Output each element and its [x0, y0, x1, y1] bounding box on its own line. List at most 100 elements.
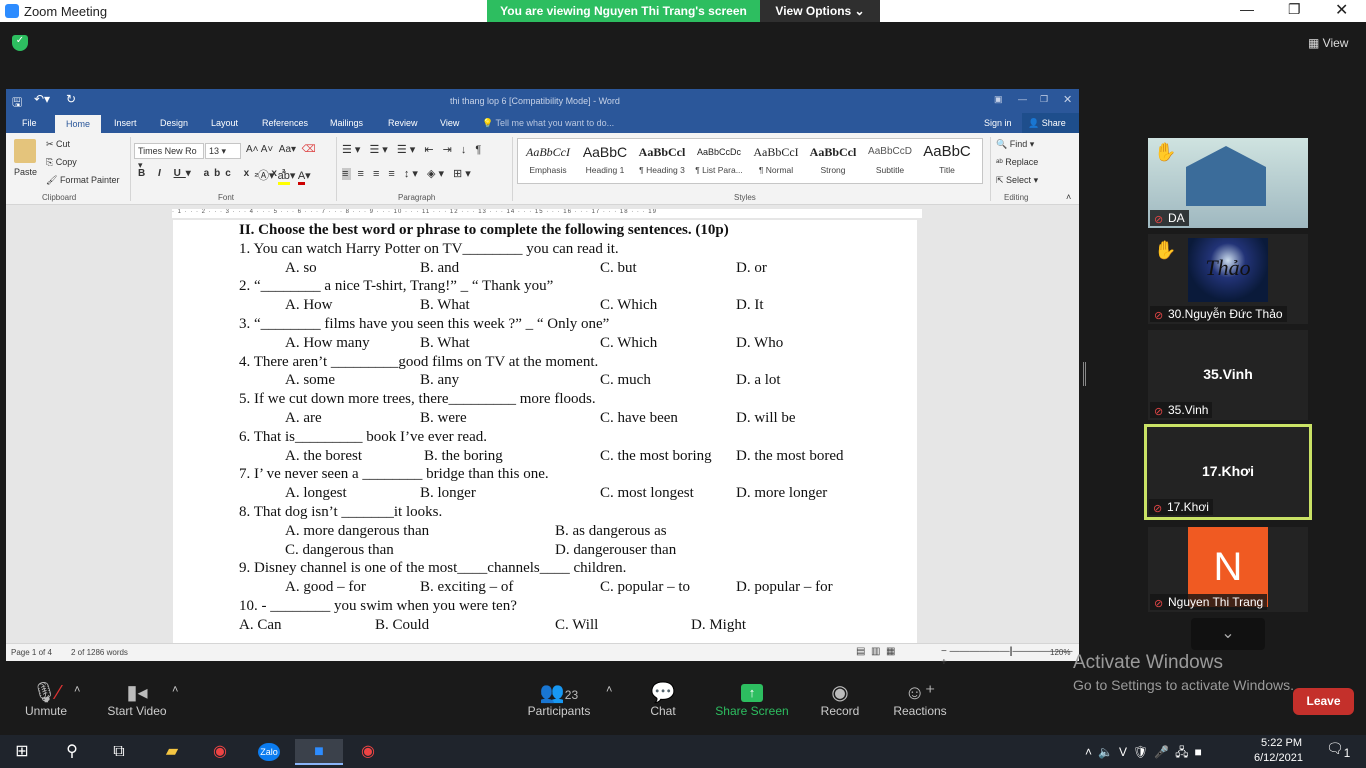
name-text: Nguyen Thi Trang — [1168, 595, 1264, 609]
style-heading-3[interactable]: AaBbCcl ¶ Heading 3 — [634, 139, 690, 175]
style-subtitle[interactable]: AaBbCcD Subtitle — [862, 139, 918, 175]
record-button[interactable]: ◉ Record — [815, 680, 865, 718]
sign-in-link[interactable]: Sign in — [984, 118, 1012, 128]
file-explorer-icon[interactable]: ▰ — [158, 739, 186, 765]
tab-design[interactable]: Design — [160, 118, 188, 128]
minimize-button[interactable]: — — [1240, 1, 1254, 17]
style-title[interactable]: AaBbC Title — [919, 139, 975, 175]
style-heading-1[interactable]: AaBbC Heading 1 — [577, 139, 633, 175]
style-emphasis[interactable]: AaBbCcI Emphasis — [520, 139, 576, 175]
audio-options-caret[interactable]: ˄ — [74, 684, 80, 696]
font-size-select[interactable]: 13 ▾ — [205, 143, 241, 159]
style-strong[interactable]: AaBbCcl Strong — [805, 139, 861, 175]
chat-button[interactable]: 💬 Chat — [643, 680, 683, 718]
video-options-caret[interactable]: ˄ — [172, 684, 178, 696]
panel-resize-handle[interactable] — [1083, 362, 1086, 386]
security-shield-icon[interactable]: ✓ — [12, 35, 28, 51]
reactions-button[interactable]: ☺⁺ Reactions — [890, 680, 950, 718]
muted-mic-icon: ⊘ — [1153, 503, 1163, 515]
participant-tile-vinh[interactable]: 35.Vinh ⊘ 35.Vinh — [1148, 330, 1308, 420]
word-restore-button[interactable]: ❐ — [1040, 94, 1048, 105]
question-7-option: C. most longest — [600, 485, 694, 502]
horizontal-ruler[interactable]: · 1 · · · 2 · · · 3 · · · 4 · · · 5 · · … — [22, 207, 1079, 220]
styles-gallery[interactable]: AaBbCcI Emphasis AaBbC Heading 1 AaBbCcl ¶ He… — [517, 138, 983, 184]
list-buttons[interactable]: ☰▾ ☰▾ ☰▾ ⇤ ⇥ ↓ ¶ — [342, 143, 484, 156]
page-count[interactable]: Page 1 of 4 — [11, 648, 52, 657]
participant-tile-khoi-active[interactable]: 17.Khơi ⊘ 17.Khơi — [1144, 424, 1312, 520]
participant-tile-nguyen-thi-trang[interactable]: N ⊘ Nguyen Thi Trang — [1148, 527, 1308, 612]
share-screen-button[interactable]: ↑ Share Screen — [712, 680, 792, 718]
select-button[interactable]: ⇱ Select ▾ — [996, 175, 1038, 186]
participant-tile-da[interactable]: ✋ ⊘ DA — [1148, 138, 1308, 228]
maximize-button[interactable]: ❐ — [1288, 1, 1301, 18]
close-button[interactable]: ✕ — [1335, 0, 1348, 20]
editing-group-label: Editing — [1004, 193, 1029, 202]
search-icon[interactable]: ⚲ — [58, 739, 86, 765]
clipboard-group-label: Clipboard — [42, 193, 77, 202]
cut-button[interactable]: ✂ Cut — [46, 139, 70, 150]
style-normal[interactable]: AaBbCcI ¶ Normal — [748, 139, 804, 175]
tab-review[interactable]: Review — [388, 118, 418, 128]
font-size-buttons[interactable]: A˄ A˅ Aa▾ ⌫ — [246, 144, 316, 155]
collapse-ribbon-icon[interactable]: ˄ — [1066, 192, 1071, 202]
leave-button[interactable]: Leave — [1293, 688, 1354, 715]
question-3-option: D. Who — [736, 334, 784, 351]
document-page[interactable]: II. Choose the best word or phrase to co… — [173, 220, 917, 643]
system-tray-icons[interactable]: ˄🔈V🛡🎤🖧■ — [1085, 743, 1208, 764]
clock-time[interactable]: 5:22 PM — [1258, 737, 1302, 749]
format-painter-button[interactable]: 🖌 Format Painter — [46, 175, 119, 186]
view-options-button[interactable]: View Options ⌄ — [760, 0, 880, 22]
start-button[interactable]: ⊞ — [8, 739, 36, 765]
chrome-profile-icon[interactable]: ◉ — [354, 739, 382, 765]
zalo-icon[interactable]: Zalo — [255, 739, 283, 765]
text-color-buttons[interactable]: Ⓐ▾ ab▾ A▾ — [258, 167, 311, 185]
tab-mailings[interactable]: Mailings — [330, 118, 363, 128]
notifications-icon[interactable]: 🗨1 — [1326, 740, 1350, 760]
paste-icon[interactable] — [14, 139, 36, 163]
video-feed — [1186, 146, 1266, 206]
view-button[interactable]: ▦ View — [1308, 36, 1348, 50]
font-name-select[interactable]: Times New Ro ▾ — [134, 143, 204, 170]
undo-icon[interactable]: ↶▾ — [34, 92, 50, 106]
style-name: Heading 1 — [585, 165, 625, 175]
vertical-ruler[interactable] — [6, 220, 22, 643]
replace-button[interactable]: ᵃᵇ Replace — [996, 157, 1038, 167]
unmute-button[interactable]: 🎙⁄ Unmute — [18, 680, 74, 718]
copy-button[interactable]: ⎘ Copy — [46, 157, 77, 168]
paste-button[interactable]: Paste — [14, 167, 37, 177]
word-close-button[interactable]: ✕ — [1063, 93, 1072, 106]
ribbon-display-button[interactable]: ▣ — [994, 94, 1003, 105]
share-button[interactable]: 👤 Share — [1022, 113, 1079, 133]
chrome-icon[interactable]: ◉ — [206, 739, 234, 765]
start-video-button[interactable]: ▮◂ Start Video — [104, 680, 170, 718]
clock-date[interactable]: 6/12/2021 — [1254, 752, 1303, 764]
view-mode-buttons[interactable]: ▤ ▥ ▦ — [856, 646, 895, 657]
question-3-stem: 3. “________ films have you seen this we… — [239, 316, 610, 332]
tell-me-box[interactable]: 💡 Tell me what you want to do... — [482, 118, 614, 129]
task-view-icon[interactable]: ⧉ — [105, 739, 133, 765]
participant-tile-thao[interactable]: Thảo ✋ ⊘ 30.Nguyễn Đức Thảo — [1148, 234, 1308, 324]
tab-insert[interactable]: Insert — [114, 118, 137, 128]
style-preview: AaBbCcDc — [696, 147, 741, 157]
tab-file[interactable]: File — [22, 118, 37, 128]
style-preview: AaBbCcl — [638, 145, 686, 159]
save-icon[interactable]: 🖫 — [12, 93, 22, 114]
scroll-down-chevron-icon[interactable]: ⌄ — [1191, 618, 1265, 650]
tab-view[interactable]: View — [440, 118, 459, 128]
tab-references[interactable]: References — [262, 118, 308, 128]
muted-mic-icon: 🎙⁄ — [31, 682, 61, 704]
zoom-level[interactable]: 120% — [1050, 648, 1070, 657]
muted-mic-icon: ⊘ — [1154, 310, 1164, 322]
redo-icon[interactable]: ↻ — [66, 92, 76, 106]
align-buttons[interactable]: ≡ ≡ ≡ ≡ ↕▾ ◈▾ ⊞▾ — [342, 167, 474, 180]
word-minimize-button[interactable]: — — [1018, 94, 1027, 104]
style-list-para[interactable]: AaBbCcDc ¶ List Para... — [691, 139, 747, 175]
word-count[interactable]: 2 of 1286 words — [71, 648, 128, 657]
find-button[interactable]: 🔍 Find ▾ — [996, 139, 1034, 150]
participants-options-caret[interactable]: ˄ — [606, 684, 612, 696]
participants-button[interactable]: 👥23 Participants — [524, 680, 594, 718]
zoom-taskbar-icon[interactable]: ■ — [295, 739, 343, 765]
tab-layout[interactable]: Layout — [211, 118, 238, 128]
question-6-option: C. the most boring — [600, 447, 712, 464]
tab-home[interactable]: Home — [55, 115, 101, 133]
